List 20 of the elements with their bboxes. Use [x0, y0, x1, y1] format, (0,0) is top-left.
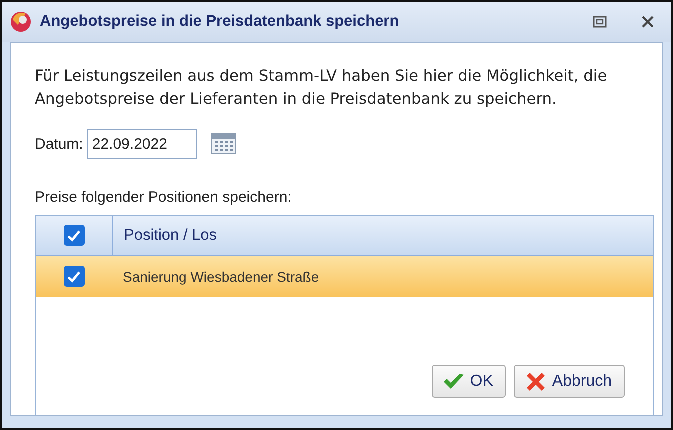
cancel-button[interactable]: Abbruch [514, 365, 625, 398]
list-label: Preise folgender Positionen speichern: [35, 189, 293, 206]
column-header[interactable]: Position / Los [113, 226, 218, 244]
grid-row[interactable]: Sanierung Wiesbadener Straße [36, 256, 653, 297]
window-title: Angebotspreise in die Preisdatenbank speichern [40, 13, 400, 31]
close-icon [641, 15, 655, 29]
ok-button[interactable]: OK [432, 365, 506, 398]
checkmark-icon [67, 270, 81, 282]
maximize-icon [593, 16, 607, 28]
intro-text: Für Leistungszeilen aus dem Stamm-LV haben Sie hier die Möglichkeit, die Angebotspreise der Lieferanten in die Preisdatenbank zu speichern. [35, 66, 608, 110]
calendar-icon[interactable] [211, 133, 238, 155]
checkmark-icon [443, 372, 466, 390]
cross-icon [525, 370, 548, 392]
app-logo-icon [10, 11, 32, 33]
date-label: Datum: [35, 136, 84, 152]
row-checkbox[interactable] [64, 266, 84, 287]
date-field[interactable]: 22.09.2022 [87, 129, 198, 159]
select-all-checkbox[interactable] [64, 225, 84, 246]
position-cell-text: Sanierung Wiesbadener Straße [122, 268, 320, 284]
checkmark-icon [67, 230, 81, 242]
